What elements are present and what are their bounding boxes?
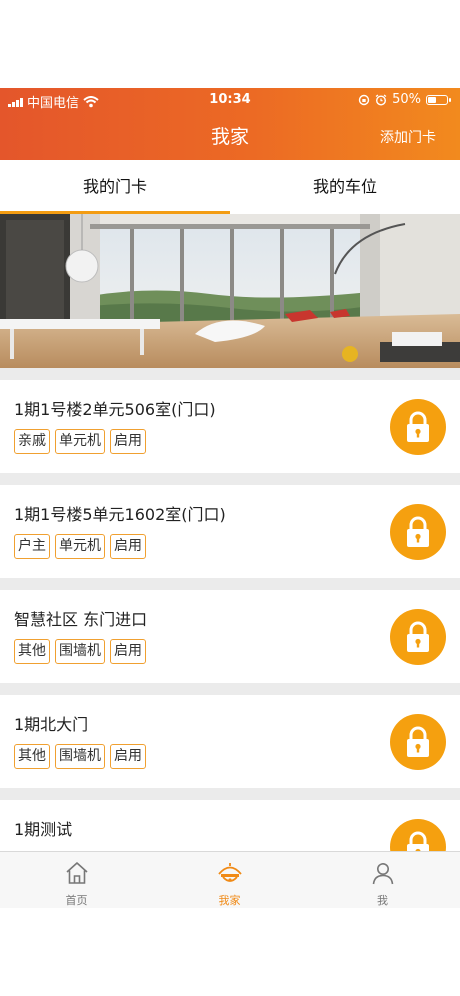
tabbar-label-me: 我 — [377, 894, 388, 907]
status-tag: 启用 — [110, 744, 146, 769]
tabbar-item-myhome[interactable]: 我家 — [153, 852, 306, 908]
lock-icon — [407, 411, 429, 442]
card-title: 1期1号楼5单元1602室(门口) — [14, 505, 226, 524]
status-tag: 启用 — [110, 534, 146, 559]
status-right: 50% — [358, 92, 451, 107]
card-list: 1期1号楼2单元506室(门口) 亲戚 单元机 启用 1期1号楼5单元1602室… — [0, 380, 460, 905]
tab-my-cards[interactable]: 我的门卡 — [0, 160, 230, 214]
orientation-lock-icon — [358, 94, 370, 105]
unlock-button[interactable] — [390, 714, 446, 770]
alarm-icon — [375, 93, 387, 106]
list-item[interactable]: 1期1号楼2单元506室(门口) 亲戚 单元机 启用 — [0, 380, 460, 473]
status-bar: 中国电信 10:34 50% — [0, 88, 460, 113]
lock-icon — [407, 726, 429, 757]
tabbar-label-home: 首页 — [65, 894, 88, 907]
device-tag: 单元机 — [55, 429, 105, 454]
role-tag: 亲戚 — [14, 429, 50, 454]
device-tag: 单元机 — [55, 534, 105, 559]
bottom-tab-bar: 首页 我家 我 — [0, 851, 460, 908]
role-tag: 户主 — [14, 534, 50, 559]
role-tag: 其他 — [14, 639, 50, 664]
user-icon — [372, 863, 394, 885]
add-card-button[interactable]: 添加门卡 — [380, 127, 436, 147]
card-title: 1期北大门 — [14, 715, 89, 734]
battery-icon — [426, 94, 451, 105]
house-dome-icon — [218, 863, 242, 882]
tab-my-parking[interactable]: 我的车位 — [230, 160, 460, 214]
list-item[interactable]: 智慧社区 东门进口 其他 围墙机 启用 — [0, 590, 460, 683]
status-tag: 启用 — [110, 429, 146, 454]
tab-bar: 我的门卡 我的车位 — [0, 160, 460, 214]
card-title: 1期测试 — [14, 820, 73, 839]
tabbar-item-home[interactable]: 首页 — [0, 852, 153, 908]
lock-icon — [407, 516, 429, 547]
tabbar-item-me[interactable]: 我 — [306, 852, 459, 908]
unlock-button[interactable] — [390, 504, 446, 560]
tabbar-label-myhome: 我家 — [218, 894, 241, 907]
status-tag: 启用 — [110, 639, 146, 664]
unlock-button[interactable] — [390, 399, 446, 455]
card-title: 智慧社区 东门进口 — [14, 610, 148, 629]
app-screen: 中国电信 10:34 50% 我家 添加门卡 我的门卡 我的车位 1期1号楼2单… — [0, 88, 460, 908]
list-item[interactable]: 1期北大门 其他 围墙机 启用 — [0, 695, 460, 788]
unlock-button[interactable] — [390, 609, 446, 665]
tag-group: 亲戚 单元机 启用 — [14, 429, 146, 454]
device-tag: 围墙机 — [55, 639, 105, 664]
banner-image — [0, 214, 460, 368]
role-tag: 其他 — [14, 744, 50, 769]
tag-group: 其他 围墙机 启用 — [14, 744, 146, 769]
lock-icon — [407, 621, 429, 652]
battery-level — [428, 96, 436, 103]
tag-group: 户主 单元机 启用 — [14, 534, 146, 559]
battery-percent: 50% — [392, 92, 421, 107]
home-icon — [66, 862, 88, 884]
card-title: 1期1号楼2单元506室(门口) — [14, 400, 216, 419]
tag-group: 其他 围墙机 启用 — [14, 639, 146, 664]
device-tag: 围墙机 — [55, 744, 105, 769]
list-item[interactable]: 1期1号楼5单元1602室(门口) 户主 单元机 启用 — [0, 485, 460, 578]
header: 中国电信 10:34 50% 我家 添加门卡 — [0, 88, 460, 160]
